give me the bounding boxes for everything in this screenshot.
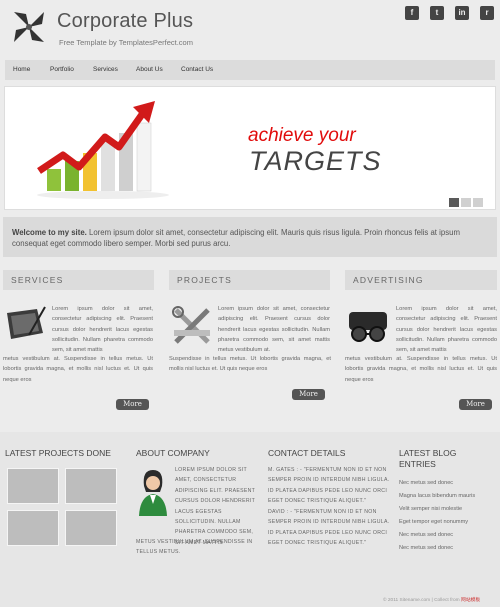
project-thumbnail-3[interactable] (7, 510, 59, 546)
welcome-lead: Welcome to my site. (12, 228, 87, 237)
tools-icon (172, 306, 210, 344)
about-company-heading: ABOUT COMPANY (136, 448, 210, 458)
projects-more-button[interactable]: More (292, 389, 325, 400)
blog-entry[interactable]: Magna lacus bibendum mauris (399, 493, 475, 499)
facebook-icon[interactable]: f (405, 6, 419, 20)
advertising-more-button[interactable]: More (459, 399, 492, 410)
contact-quote-1: M. GATES : - "FERMENTUM NON ID ET NON SE… (268, 467, 390, 505)
services-heading: SERVICES (3, 270, 154, 290)
nav-home[interactable]: Home (13, 60, 30, 80)
welcome-box: Welcome to my site. Lorem ipsum dolor si… (3, 217, 497, 257)
copyright-link[interactable]: 网站模板 (461, 598, 480, 603)
latest-blog-heading-line2: ENTRIES (399, 459, 436, 469)
advertising-text-top: Lorem ipsum dolor sit amet, consectetur … (396, 306, 497, 354)
blog-entry[interactable]: Nec metus sed donec (399, 480, 453, 486)
slider-dot-3[interactable] (473, 198, 483, 207)
project-thumbnail-1[interactable] (7, 468, 59, 504)
tablet-stylus-icon (7, 306, 46, 339)
growth-chart-illustration (37, 101, 169, 199)
projects-text-top: Lorem ipsum dolor sit amet, consectetur … (218, 306, 330, 354)
projects-heading: PROJECTS (169, 270, 330, 290)
businesswoman-avatar (139, 470, 167, 516)
advertising-text-bottom: metus vestibulum at. Suspendisse in tell… (345, 356, 497, 383)
copyright-text: © 2011 Sitename.com | Collect from (383, 598, 462, 603)
contact-quote-2: DAVID : - "FERMENTUM NON ID ET NON SEMPE… (268, 509, 390, 547)
banner-headline-line1: achieve your (248, 125, 356, 146)
site-subtitle: Free Template by TemplatesPerfect.com (59, 38, 193, 47)
site-title[interactable]: Corporate Plus (57, 10, 193, 33)
about-text-side: Lorem ipsum dolor sit amet, consectetur … (175, 467, 256, 546)
nav-services[interactable]: Services (93, 60, 118, 80)
blog-entry[interactable]: Nec metus sed donec (399, 532, 453, 538)
services-text-bottom: metus vestibulum at. Suspendisse in tell… (3, 356, 153, 383)
nav-about-us[interactable]: About Us (136, 60, 163, 80)
page: Corporate Plus Free Template by Template… (0, 0, 500, 607)
blog-entry[interactable]: Nec metus sed donec (399, 545, 453, 551)
projects-text-bottom: Suspendisse in tellus metus. Ut lobortis… (169, 356, 331, 373)
nav-portfolio[interactable]: Portfolio (50, 60, 74, 80)
project-thumbnail-2[interactable] (65, 468, 117, 504)
contact-details-heading: CONTACT DETAILS (268, 448, 346, 458)
rss-icon[interactable]: r (480, 6, 494, 20)
blog-entry[interactable]: Velit semper nisi molestie (399, 506, 462, 512)
services-more-button[interactable]: More (116, 399, 149, 410)
latest-blog-heading: LATEST BLOG (399, 448, 457, 458)
about-text-bottom: metus vestibulum at. Suspendisse in tell… (136, 539, 253, 556)
twitter-icon[interactable]: t (430, 6, 444, 20)
latest-projects-heading: LATEST PROJECTS DONE (5, 448, 111, 458)
header: Corporate Plus Free Template by Template… (0, 0, 500, 60)
copyright: © 2011 Sitename.com | Collect from 网站模板 (383, 596, 480, 603)
welcome-text: Welcome to my site. Lorem ipsum dolor si… (12, 227, 492, 249)
main-nav: Home Portfolio Services About Us Contact… (5, 60, 495, 80)
logo-pinwheel-icon[interactable] (8, 6, 50, 48)
project-thumbnail-4[interactable] (65, 510, 117, 546)
linkedin-icon[interactable]: in (455, 6, 469, 20)
slider-dot-2[interactable] (461, 198, 471, 207)
banner-headline-line2: TARGETS (249, 146, 382, 176)
services-text-top: Lorem ipsum dolor sit amet, consectetur … (52, 306, 153, 354)
blog-entry[interactable]: Eget tempor eget nonummy (399, 519, 468, 525)
slider-dot-1[interactable] (449, 198, 459, 207)
nav-contact-us[interactable]: Contact Us (181, 60, 213, 80)
advertising-heading: ADVERTISING (345, 270, 497, 290)
glasses-icon (349, 312, 387, 342)
